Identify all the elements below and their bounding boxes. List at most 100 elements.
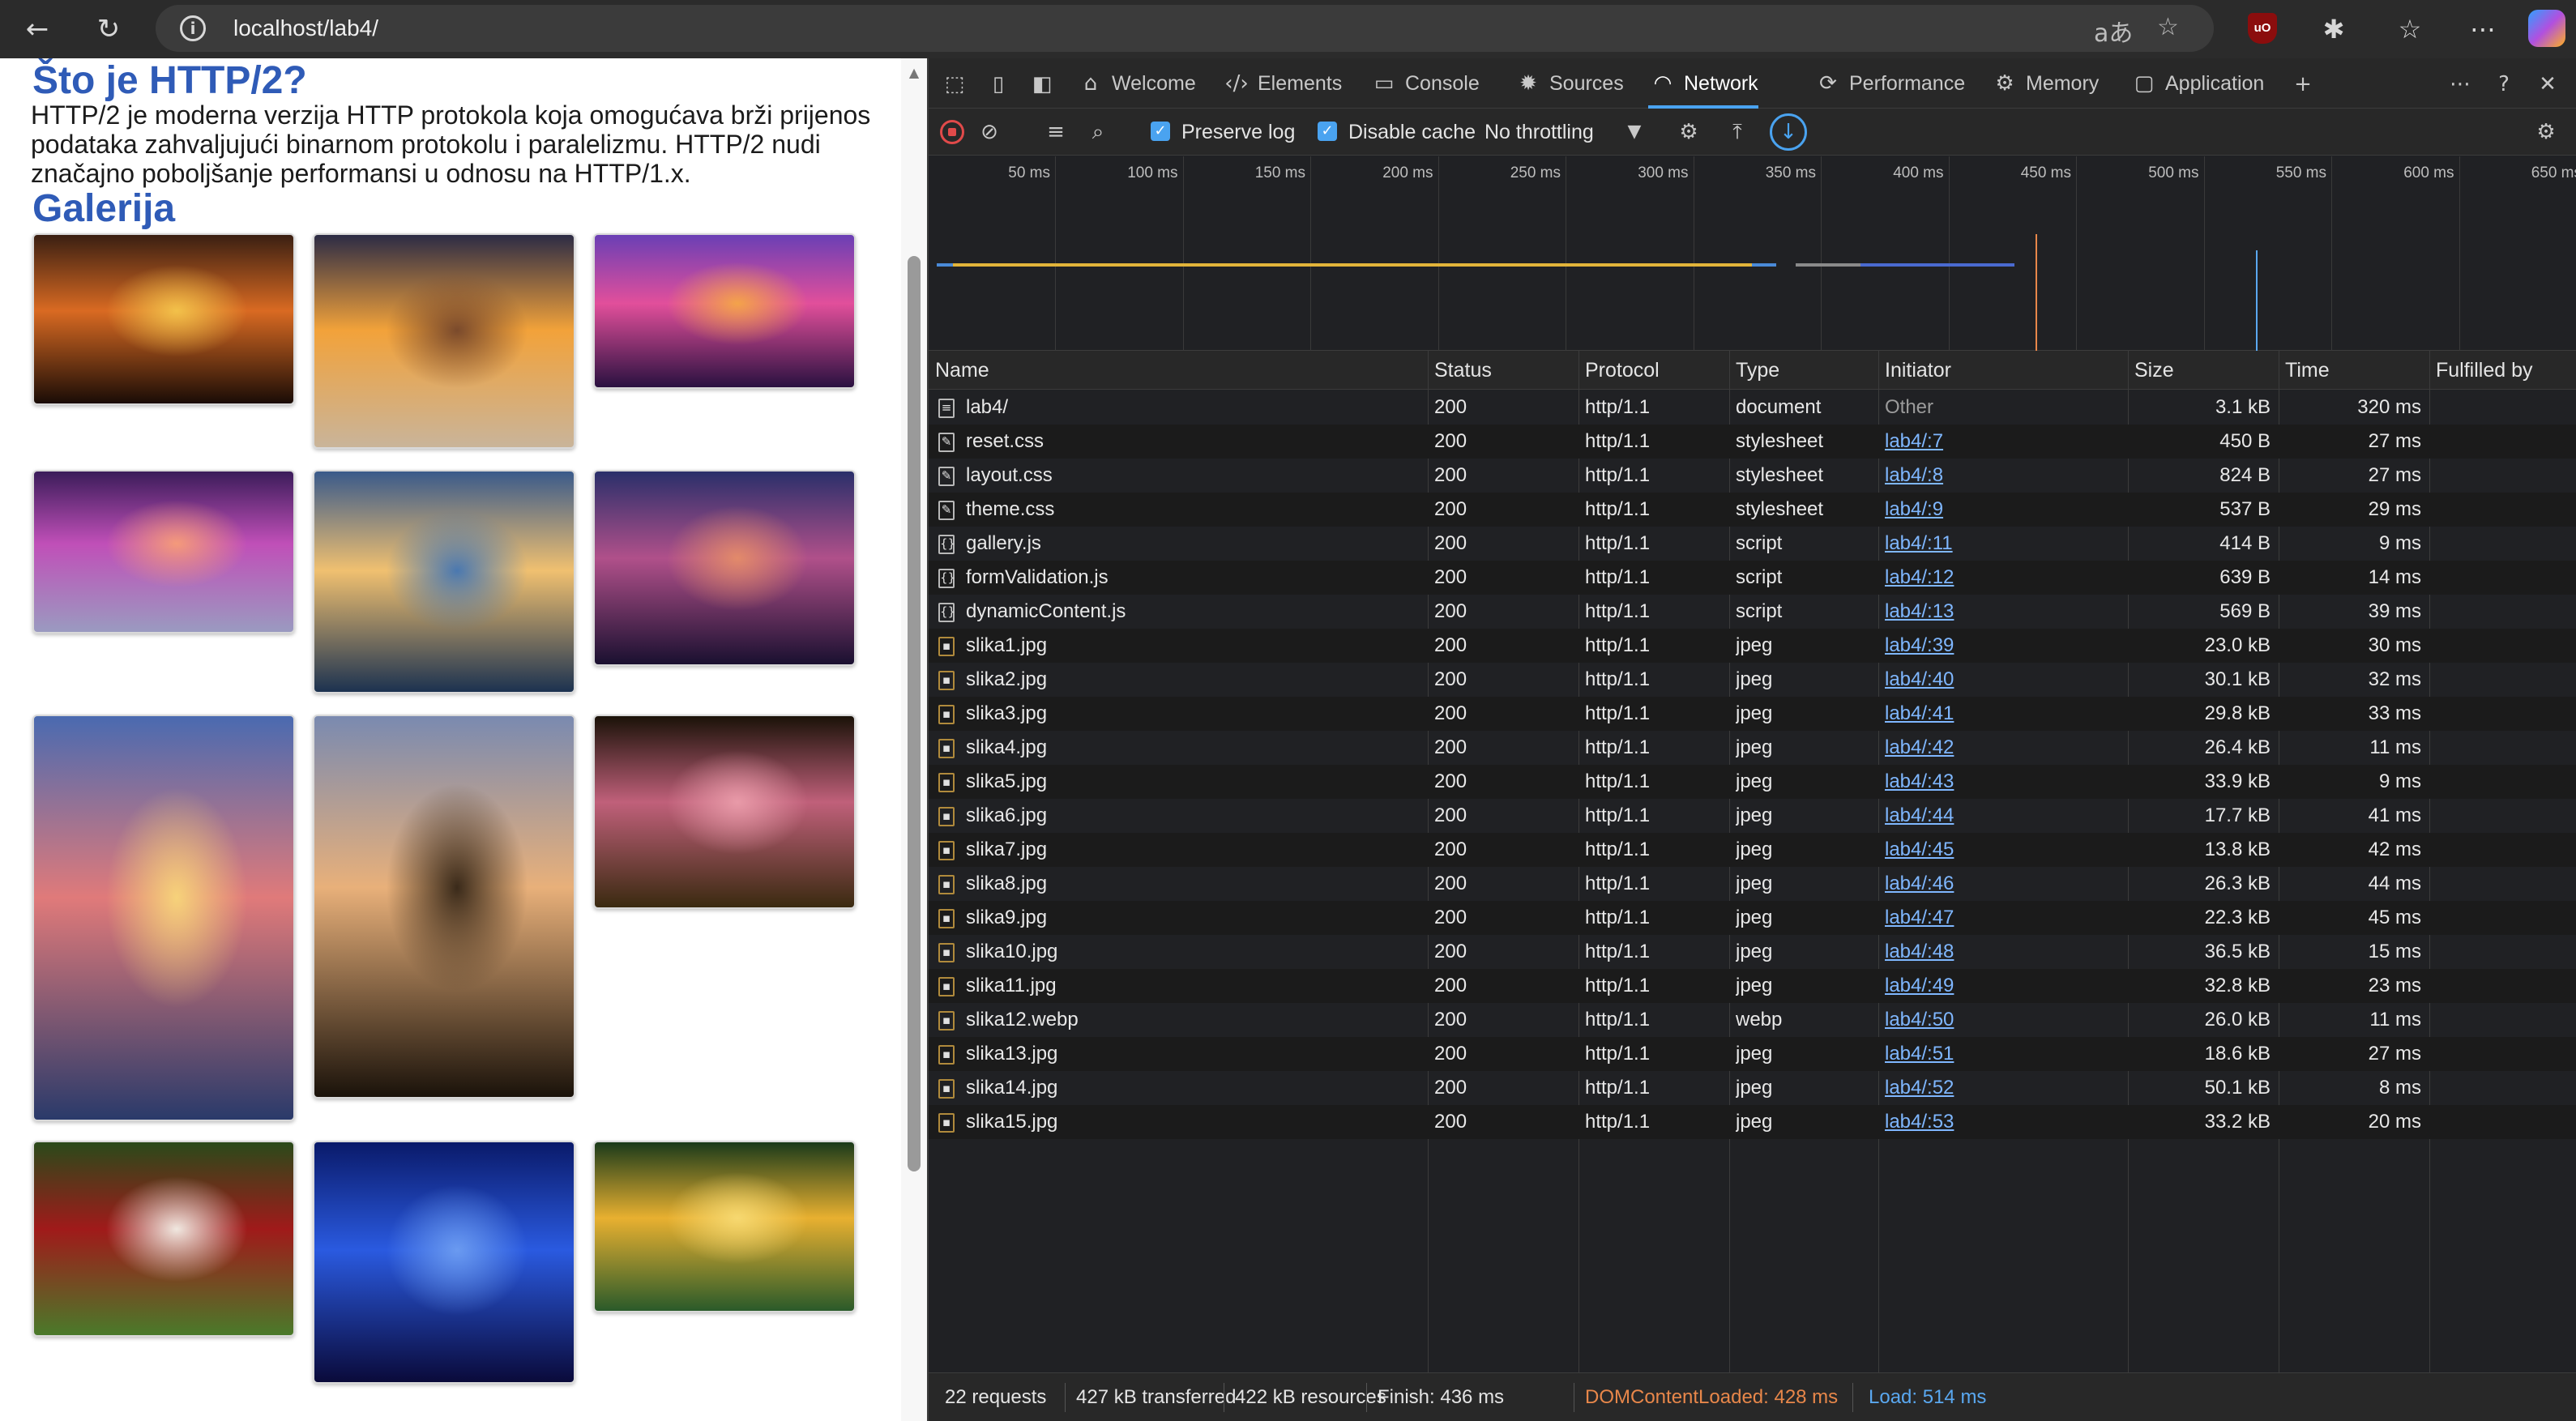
cell-initiator[interactable]: lab4/:51 xyxy=(1885,1037,2125,1071)
table-row[interactable]: ▪ slika13.jpg 200 http/1.1 jpeg lab4/:51 18.6 … xyxy=(929,1037,2576,1071)
table-row[interactable]: ▪ slika1.jpg 200 http/1.1 jpeg lab4/:39 23.0 k… xyxy=(929,629,2576,663)
column-header-type[interactable]: Type xyxy=(1729,351,1878,390)
add-tab-icon[interactable]: + xyxy=(2287,70,2319,99)
chevron-down-icon[interactable]: ▼ xyxy=(1622,117,1647,147)
cell-initiator[interactable]: lab4/:49 xyxy=(1885,969,2125,1003)
table-row[interactable]: {} formValidation.js 200 http/1.1 script lab4… xyxy=(929,561,2576,595)
cell-initiator[interactable]: lab4/:41 xyxy=(1885,697,2125,731)
scroll-up-arrow-icon[interactable]: ▲ xyxy=(904,65,924,81)
cell-initiator[interactable]: lab4/:52 xyxy=(1885,1071,2125,1105)
tab-elements[interactable]: ‹/› Elements xyxy=(1222,58,1342,109)
table-row[interactable]: ✎ reset.css 200 http/1.1 stylesheet lab4/:7 45… xyxy=(929,425,2576,459)
tab-performance[interactable]: ⟳ Performance xyxy=(1813,58,1965,109)
table-row[interactable]: ▪ slika5.jpg 200 http/1.1 jpeg lab4/:43 33.9 k… xyxy=(929,765,2576,799)
tab-memory[interactable]: ⚙ Memory xyxy=(1990,58,2099,109)
cell-initiator[interactable]: lab4/:47 xyxy=(1885,901,2125,935)
table-row[interactable]: ✎ layout.css 200 http/1.1 stylesheet lab4/:8 8… xyxy=(929,459,2576,493)
tab-console[interactable]: ▭ Console xyxy=(1369,58,1480,109)
preserve-log-label[interactable]: Preserve log xyxy=(1181,117,1295,147)
preserve-log-checkbox[interactable]: ✓ xyxy=(1151,122,1170,141)
address-bar[interactable]: i localhost/lab4/ aあ ☆ xyxy=(156,5,2214,52)
cell-initiator[interactable]: lab4/:12 xyxy=(1885,561,2125,595)
cell-initiator[interactable]: lab4/:46 xyxy=(1885,867,2125,901)
close-devtools-icon[interactable]: ✕ xyxy=(2531,70,2564,99)
table-row[interactable]: ▪ slika15.jpg 200 http/1.1 jpeg lab4/:53 33.2 … xyxy=(929,1105,2576,1139)
table-row[interactable]: ▪ slika4.jpg 200 http/1.1 jpeg lab4/:42 26.4 k… xyxy=(929,731,2576,765)
cell-initiator[interactable]: lab4/:50 xyxy=(1885,1003,2125,1037)
search-icon[interactable]: ⌕ xyxy=(1084,117,1112,147)
import-har-icon[interactable]: ⤒ xyxy=(1723,117,1752,147)
cell-initiator[interactable]: lab4/:45 xyxy=(1885,833,2125,867)
cell-initiator[interactable]: lab4/:39 xyxy=(1885,629,2125,663)
reload-icon[interactable]: ↻ xyxy=(88,8,130,50)
cell-initiator[interactable]: lab4/:53 xyxy=(1885,1105,2125,1139)
table-row[interactable]: ▪ slika8.jpg 200 http/1.1 jpeg lab4/:46 26.3 k… xyxy=(929,867,2576,901)
page-scrollbar[interactable]: ▲ xyxy=(901,58,927,1421)
cell-initiator[interactable]: lab4/:43 xyxy=(1885,765,2125,799)
column-header-time[interactable]: Time xyxy=(2279,351,2429,390)
back-icon[interactable]: ← xyxy=(16,8,58,50)
cell-initiator[interactable]: lab4/:9 xyxy=(1885,493,2125,527)
cell-initiator[interactable]: lab4/:11 xyxy=(1885,527,2125,561)
table-row[interactable]: {} dynamicContent.js 200 http/1.1 script lab4… xyxy=(929,595,2576,629)
table-row[interactable]: ≡ lab4/200 http/1.1 document Other 3.1 kB 320 … xyxy=(929,390,2576,425)
favorite-star-icon[interactable]: ☆ xyxy=(2157,13,2179,41)
cell-initiator[interactable]: lab4/:48 xyxy=(1885,935,2125,969)
more-options-icon[interactable]: ⋯ xyxy=(2463,10,2502,49)
devtools-more-icon[interactable]: ⋯ xyxy=(2444,70,2476,99)
timeline-tick-label: 450 ms xyxy=(2020,164,2071,181)
table-row[interactable]: ▪ slika14.jpg 200 http/1.1 jpeg lab4/:52 50.1 … xyxy=(929,1071,2576,1105)
site-info-icon[interactable]: i xyxy=(180,15,206,41)
column-header-protocol[interactable]: Protocol xyxy=(1578,351,1729,390)
image-file-icon: ▪ xyxy=(938,1045,955,1065)
cell-initiator[interactable]: lab4/:8 xyxy=(1885,459,2125,493)
column-header-status[interactable]: Status xyxy=(1428,351,1578,390)
column-header-size[interactable]: Size xyxy=(2128,351,2279,390)
cell-initiator[interactable]: lab4/:13 xyxy=(1885,595,2125,629)
ublock-extension-icon[interactable]: uO xyxy=(2248,13,2277,44)
table-row[interactable]: ▪ slika2.jpg 200 http/1.1 jpeg lab4/:40 30.1 k… xyxy=(929,663,2576,697)
tab-welcome[interactable]: ⌂ Welcome xyxy=(1076,58,1196,109)
favorites-icon[interactable]: ☆ xyxy=(2390,10,2429,49)
column-header-fulfilled-by[interactable]: Fulfilled by xyxy=(2429,351,2576,390)
column-header-initiator[interactable]: Initiator xyxy=(1878,351,2128,390)
url-text[interactable]: localhost/lab4/ xyxy=(233,15,378,41)
table-row[interactable]: ▪ slika7.jpg 200 http/1.1 jpeg lab4/:45 13.8 k… xyxy=(929,833,2576,867)
table-row[interactable]: ▪ slika6.jpg 200 http/1.1 jpeg lab4/:44 17.7 k… xyxy=(929,799,2576,833)
stop-recording-button[interactable] xyxy=(940,120,964,144)
inspect-element-icon[interactable]: ⬚ xyxy=(938,70,971,99)
cell-initiator[interactable]: lab4/:40 xyxy=(1885,663,2125,697)
disable-cache-checkbox[interactable]: ✓ xyxy=(1318,122,1337,141)
table-row[interactable]: ▪ slika11.jpg 200 http/1.1 jpeg lab4/:49 32.8 … xyxy=(929,969,2576,1003)
device-emulation-icon[interactable]: ▯ xyxy=(982,70,1015,99)
read-aloud-icon[interactable]: aあ xyxy=(2094,13,2133,49)
cell-initiator[interactable]: lab4/:42 xyxy=(1885,731,2125,765)
export-har-icon[interactable]: ↓ xyxy=(1770,113,1807,151)
tab-application[interactable]: ▢ Application xyxy=(2130,58,2265,109)
table-row[interactable]: ▪ slika12.webp 200 http/1.1 webp lab4/:50 26.0… xyxy=(929,1003,2576,1037)
clear-log-icon[interactable]: ⊘ xyxy=(976,117,1003,147)
table-row[interactable]: ▪ slika9.jpg 200 http/1.1 jpeg lab4/:47 22.3 k… xyxy=(929,901,2576,935)
table-row[interactable]: ▪ slika10.jpg 200 http/1.1 jpeg lab4/:48 36.5 … xyxy=(929,935,2576,969)
dock-side-icon[interactable]: ◧ xyxy=(1026,70,1058,99)
cell-initiator[interactable]: lab4/:44 xyxy=(1885,799,2125,833)
filter-icon[interactable]: ≡ xyxy=(1042,117,1070,147)
table-row[interactable]: ▪ slika3.jpg 200 http/1.1 jpeg lab4/:41 29.8 k… xyxy=(929,697,2576,731)
network-settings-icon[interactable]: ⚙ xyxy=(2530,117,2562,147)
column-header-name[interactable]: Name xyxy=(929,351,1428,390)
cell-initiator[interactable]: lab4/:7 xyxy=(1885,425,2125,459)
table-row[interactable]: ✎ theme.css 200 http/1.1 stylesheet lab4/:9 53… xyxy=(929,493,2576,527)
disable-cache-label[interactable]: Disable cache xyxy=(1348,117,1476,147)
help-icon[interactable]: ? xyxy=(2488,70,2520,99)
cell-type: jpeg xyxy=(1736,839,1773,860)
extensions-icon[interactable]: ✱ xyxy=(2314,10,2353,49)
scrollbar-thumb[interactable] xyxy=(908,256,921,1171)
copilot-icon[interactable] xyxy=(2528,10,2565,47)
devtools-tab-bar: ⬚ ▯ ◧ ⌂ Welcome ‹/› Elements ▭ Console ✹ Source… xyxy=(929,58,2576,109)
network-conditions-icon[interactable]: ⚙ xyxy=(1672,117,1705,147)
table-row[interactable]: {} gallery.js 200 http/1.1 script lab4/:11 414… xyxy=(929,527,2576,561)
tab-network[interactable]: ◠ Network xyxy=(1648,58,1758,109)
network-overview-timeline[interactable]: 50 ms 100 ms 150 ms 200 ms 250 ms 300 ms 350 m… xyxy=(929,156,2576,351)
tab-sources[interactable]: ✹ Sources xyxy=(1514,58,1624,109)
throttling-select[interactable]: No throttling xyxy=(1485,117,1594,147)
